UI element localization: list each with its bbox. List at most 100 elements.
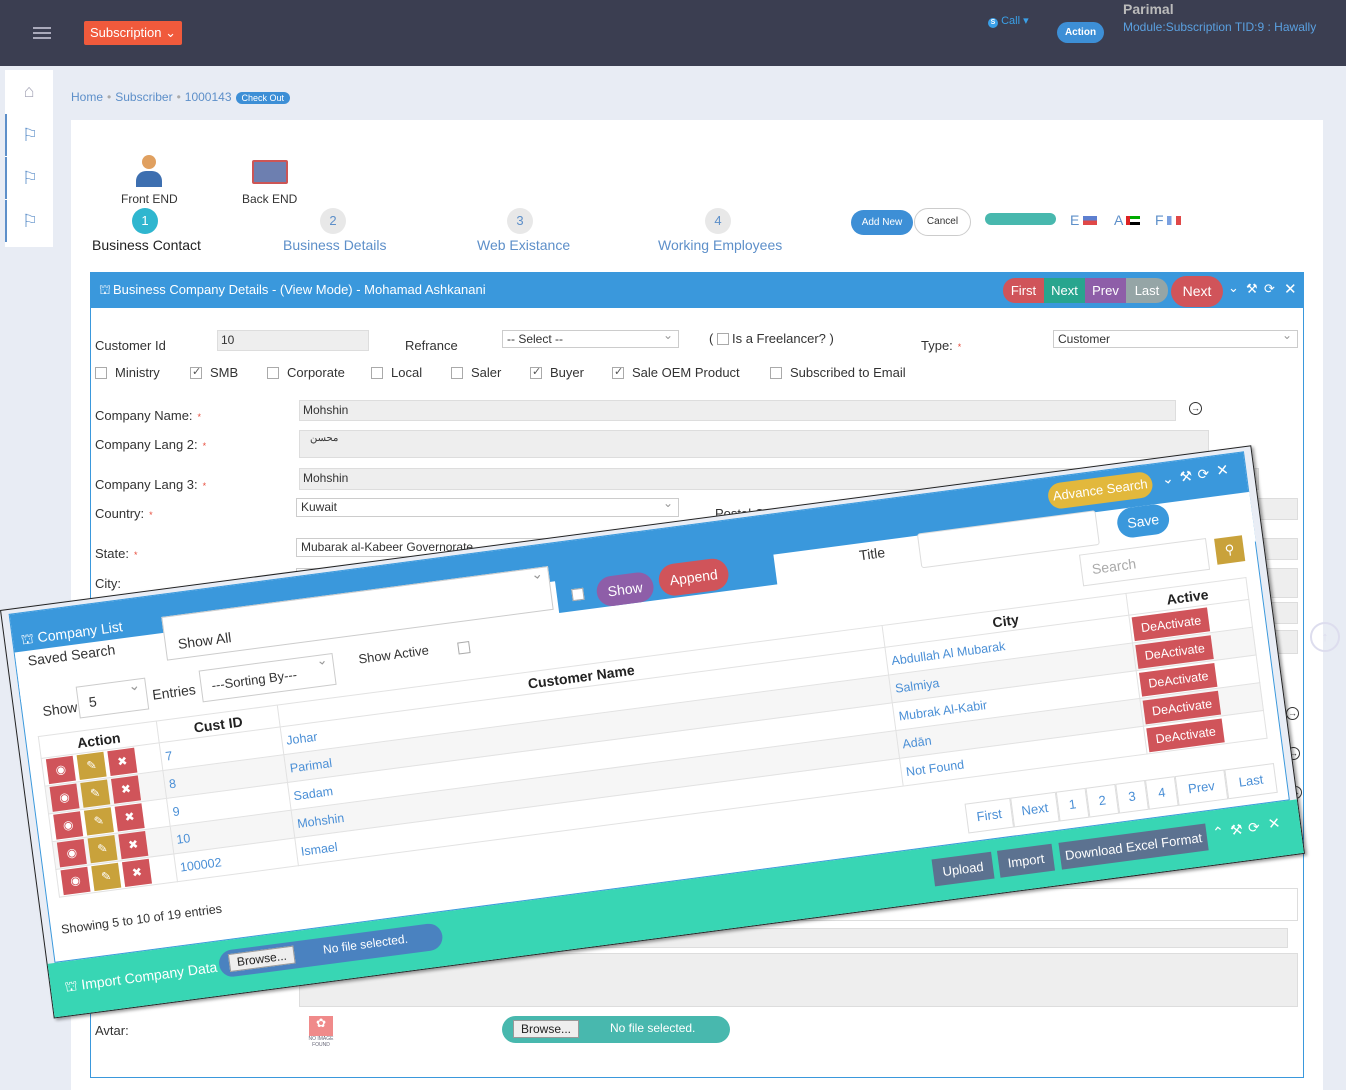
view-button[interactable]: ◉ bbox=[60, 866, 91, 896]
action-button[interactable]: Action bbox=[1057, 22, 1104, 43]
last-button[interactable]: Last bbox=[1126, 278, 1168, 303]
scroll-top-icon[interactable]: ↑ bbox=[1310, 622, 1340, 652]
wrench-icon[interactable]: ⚒ bbox=[1179, 467, 1194, 485]
freelancer-checkbox[interactable] bbox=[716, 333, 729, 345]
browse-button[interactable]: Browse... bbox=[513, 1020, 580, 1038]
delete-button[interactable]: ✖ bbox=[111, 775, 142, 804]
checkbox-buyer[interactable]: Buyer bbox=[530, 365, 584, 380]
next-button[interactable]: Next bbox=[1044, 278, 1085, 303]
view-button[interactable]: ◉ bbox=[49, 783, 80, 812]
type-select[interactable]: Customer bbox=[1053, 328, 1298, 348]
card-icon[interactable] bbox=[252, 160, 288, 184]
lang-arabic[interactable]: A bbox=[1114, 212, 1141, 228]
step-2[interactable]: 2 bbox=[320, 208, 346, 234]
call-button[interactable]: S Call ▾ bbox=[988, 14, 1029, 28]
page-2[interactable]: 2 bbox=[1085, 783, 1120, 818]
step-label-working-employees[interactable]: Working Employees bbox=[658, 237, 782, 253]
home-icon[interactable]: ⌂ bbox=[5, 70, 53, 112]
wrench-icon[interactable]: ⚒ bbox=[1246, 281, 1258, 297]
download-excel-button[interactable]: Download Excel Format bbox=[1058, 823, 1209, 870]
page-1[interactable]: 1 bbox=[1055, 787, 1090, 822]
page-3[interactable]: 3 bbox=[1115, 780, 1149, 814]
avatar-file-input[interactable]: Browse... No file selected. bbox=[502, 1016, 730, 1043]
check-out-badge[interactable]: Check Out bbox=[235, 92, 291, 104]
show-active-checkbox[interactable] bbox=[456, 641, 471, 655]
checkbox[interactable] bbox=[530, 365, 542, 379]
checkbox[interactable] bbox=[371, 367, 383, 379]
lang-french[interactable]: F bbox=[1155, 212, 1182, 228]
checkbox-smb[interactable]: SMB bbox=[190, 365, 238, 380]
checkbox-corporate[interactable]: Corporate bbox=[267, 365, 345, 380]
checkbox[interactable] bbox=[190, 365, 202, 379]
breadcrumb-home[interactable]: Home bbox=[71, 90, 103, 104]
edit-button[interactable]: ✎ bbox=[87, 834, 118, 864]
search-button[interactable]: ⚲ bbox=[1214, 535, 1246, 565]
checkbox-local[interactable]: Local bbox=[371, 365, 422, 380]
country-select[interactable]: Kuwait bbox=[296, 496, 679, 517]
checkbox[interactable] bbox=[770, 367, 782, 379]
delete-button[interactable]: ✖ bbox=[107, 747, 138, 776]
delete-button[interactable]: ✖ bbox=[118, 830, 149, 860]
page-next[interactable]: Next bbox=[1010, 791, 1060, 828]
close-icon[interactable]: ✕ bbox=[1284, 280, 1297, 298]
checkbox-sale-oem-product[interactable]: Sale OEM Product bbox=[612, 365, 740, 380]
lang-english[interactable]: E bbox=[1070, 212, 1098, 228]
saved-search-checkbox[interactable] bbox=[571, 587, 585, 602]
add-new-button[interactable]: Add New bbox=[851, 210, 913, 235]
browse-button[interactable]: Browse... bbox=[227, 945, 296, 973]
flag-icon[interactable]: ⚐ bbox=[5, 200, 53, 242]
edit-button[interactable]: ✎ bbox=[91, 862, 122, 892]
flag-icon[interactable]: ⚐ bbox=[5, 114, 53, 156]
company-lang2-input[interactable]: محسن bbox=[299, 430, 1209, 458]
prev-button[interactable]: Prev bbox=[1085, 278, 1126, 303]
cancel-button[interactable]: Cancel bbox=[914, 208, 971, 236]
view-button[interactable]: ◉ bbox=[53, 811, 84, 840]
delete-button[interactable]: ✖ bbox=[114, 803, 145, 832]
checkbox[interactable] bbox=[267, 367, 279, 379]
checkbox-subscribed-to-email[interactable]: Subscribed to Email bbox=[770, 365, 906, 380]
page-4[interactable]: 4 bbox=[1144, 776, 1179, 810]
edit-button[interactable]: ✎ bbox=[76, 751, 107, 781]
checkbox-saler[interactable]: Saler bbox=[451, 365, 501, 380]
close-icon[interactable]: ✕ bbox=[1215, 460, 1230, 479]
first-button[interactable]: First bbox=[1003, 278, 1044, 303]
flag-icon[interactable]: ⚐ bbox=[5, 157, 53, 199]
arrow-circle-icon[interactable]: → bbox=[1286, 707, 1299, 720]
step-label-web-existance[interactable]: Web Existance bbox=[477, 237, 570, 253]
step-1[interactable]: 1 bbox=[132, 208, 158, 234]
edit-button[interactable]: ✎ bbox=[83, 807, 114, 836]
step-label-business-details[interactable]: Business Details bbox=[283, 237, 387, 253]
no-image-icon[interactable]: ✿ NO IMAGE FOUND bbox=[306, 1016, 336, 1056]
collapse-icon[interactable]: ⌄ bbox=[1228, 280, 1239, 296]
collapse-icon[interactable]: ⌄ bbox=[1161, 470, 1175, 488]
refresh-icon[interactable]: ⟳ bbox=[1264, 281, 1275, 297]
customer-id-input[interactable]: 10 bbox=[217, 330, 369, 351]
checkbox[interactable] bbox=[451, 367, 463, 379]
expand-icon[interactable]: ⌃ bbox=[1211, 823, 1225, 841]
step-label-business-contact[interactable]: Business Contact bbox=[92, 237, 201, 253]
view-button[interactable]: ◉ bbox=[45, 755, 76, 785]
refrance-select[interactable]: -- Select -- bbox=[502, 328, 679, 348]
checkbox-ministry[interactable]: Ministry bbox=[95, 365, 160, 380]
refresh-icon[interactable]: ⟳ bbox=[1197, 465, 1211, 483]
user-icon[interactable] bbox=[136, 155, 162, 189]
breadcrumb-subscriber[interactable]: Subscriber bbox=[115, 90, 172, 104]
refresh-icon[interactable]: ⟳ bbox=[1247, 818, 1261, 836]
hamburger-menu-icon[interactable] bbox=[33, 27, 51, 39]
close-icon[interactable]: ✕ bbox=[1267, 814, 1282, 833]
import-button[interactable]: Import bbox=[996, 843, 1056, 878]
view-button[interactable]: ◉ bbox=[56, 839, 87, 868]
page-first[interactable]: First bbox=[964, 797, 1015, 834]
postal-code-input[interactable] bbox=[1255, 498, 1298, 520]
wrench-icon[interactable]: ⚒ bbox=[1229, 821, 1244, 839]
edit-button[interactable]: ✎ bbox=[80, 779, 111, 808]
company-name-input[interactable]: Mohshin bbox=[299, 400, 1176, 421]
upload-button[interactable]: Upload bbox=[931, 851, 995, 887]
step-4[interactable]: 4 bbox=[705, 208, 731, 234]
checkbox[interactable] bbox=[95, 367, 107, 379]
checkbox[interactable] bbox=[612, 365, 624, 379]
page-last[interactable]: Last bbox=[1224, 763, 1278, 800]
step-3[interactable]: 3 bbox=[507, 208, 533, 234]
page-prev[interactable]: Prev bbox=[1174, 769, 1229, 806]
delete-button[interactable]: ✖ bbox=[121, 858, 152, 888]
